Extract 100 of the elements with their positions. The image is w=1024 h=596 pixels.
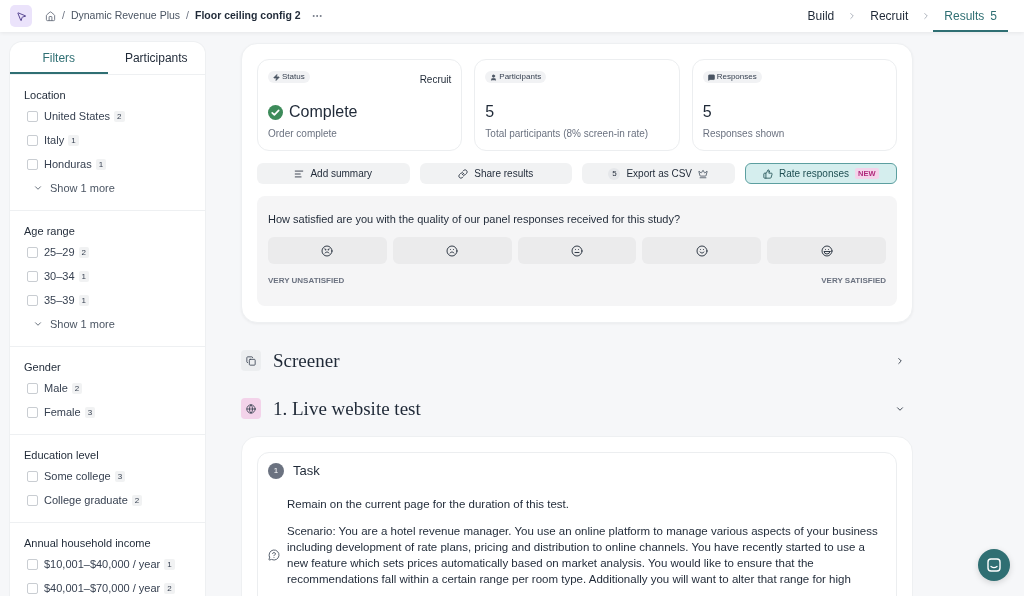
person-icon: [490, 73, 498, 81]
count-badge: 3: [84, 406, 96, 418]
count-badge: 1: [95, 158, 107, 170]
checkbox[interactable]: [27, 134, 38, 146]
frowning-face-icon: [446, 244, 459, 257]
smiling-face-icon: [695, 244, 708, 257]
count-badge: 1: [164, 558, 175, 570]
option-label[interactable]: $40,001–$70,000 / year: [44, 581, 161, 595]
option-label[interactable]: 35–39: [44, 293, 75, 307]
chevron-right-icon[interactable]: [895, 355, 905, 366]
count-badge: 1: [68, 134, 79, 146]
task-text: Scenario: You are a hotel revenue manager. You use an online platform to manage various aspects of your business including development of rate plans, pricing and distribution to online channels. You have recently started to use a new feature which sets prices automatically based on market analysis. You would like to ensure that the recommendations fall within a certain range per room type. Additionally you will want to alter that range for high: [287, 524, 879, 587]
share-button[interactable]: Share results: [419, 163, 572, 184]
filter-heading: Education level: [24, 448, 100, 462]
stat-tag-label: Responses: [716, 71, 757, 83]
logo-button[interactable]: [10, 5, 32, 27]
add-summary-button[interactable]: Add summary: [257, 163, 410, 184]
filter-heading: Location: [24, 88, 67, 102]
laughing-face-icon: [820, 244, 833, 257]
option-label[interactable]: Italy: [44, 133, 65, 147]
count-badge: 2: [164, 582, 175, 594]
task-title: Task: [293, 462, 320, 481]
rating-question: How satisfied are you with the quality of our panel responses received for this study?: [268, 212, 682, 227]
chevron-down-icon: [33, 183, 43, 193]
count-badge: 2: [114, 110, 125, 122]
panel-tab[interactable]: Participants: [107, 42, 205, 74]
speech-bubble-icon: [707, 73, 715, 81]
crown-icon: [698, 168, 709, 179]
breadcrumb-separator: /: [186, 8, 189, 24]
count-badge: 2: [71, 382, 83, 394]
rating-option[interactable]: [517, 237, 637, 264]
rating-option[interactable]: [392, 237, 512, 264]
checkbox[interactable]: [27, 406, 38, 418]
checkbox[interactable]: [27, 294, 38, 306]
copy-icon: [241, 350, 261, 371]
question-bubble-icon[interactable]: [268, 549, 280, 561]
count-badge: 5: [608, 167, 621, 180]
option-label[interactable]: United States: [44, 109, 111, 123]
scale-label: VERY UNSATISFIED: [268, 275, 345, 286]
stat-tag-label: Participants: [499, 71, 542, 83]
chat-button[interactable]: [978, 549, 1010, 581]
filter-heading: Age range: [24, 224, 76, 238]
step-number: 1: [268, 463, 284, 479]
checkbox[interactable]: [27, 558, 38, 570]
rating-option[interactable]: [268, 237, 387, 264]
option-label[interactable]: Some college: [44, 469, 111, 483]
show-more-button[interactable]: Show 1 more: [24, 312, 115, 336]
home-icon[interactable]: [45, 10, 56, 22]
cursor-icon: [15, 10, 27, 22]
count-badge: 2: [131, 494, 143, 506]
task-text: Remain on the current page for the duration of this test.: [287, 497, 570, 512]
chevron-down-icon: [33, 319, 43, 329]
stat-value: 5: [485, 102, 495, 122]
checkbox[interactable]: [27, 582, 38, 594]
angry-face-icon: [321, 244, 334, 257]
option-label[interactable]: Female: [44, 405, 81, 419]
option-label[interactable]: 25–29: [44, 245, 75, 259]
link-icon: [458, 168, 469, 179]
filter-heading: Gender: [24, 360, 62, 374]
option-label[interactable]: Honduras: [44, 157, 92, 171]
option-label[interactable]: $10,001–$40,000 / year: [44, 557, 161, 571]
stat-tag-label: Status: [282, 71, 305, 83]
breadcrumb-link[interactable]: Dynamic Revenue Plus: [70, 8, 181, 24]
stat-caption: Order complete: [268, 127, 338, 141]
breadcrumb-link[interactable]: Floor ceiling config 2: [195, 8, 301, 24]
recruit-link[interactable]: Recruit: [419, 67, 452, 87]
count-badge: 3: [114, 470, 126, 482]
option-label[interactable]: 30–34: [44, 269, 75, 283]
rating-option[interactable]: [642, 237, 762, 264]
count-badge: 2: [78, 246, 90, 258]
stat-value: Complete: [289, 102, 358, 122]
text-lines-icon: [294, 168, 305, 179]
step-tab[interactable]: Build: [796, 0, 846, 32]
step-tab[interactable]: Results 5: [933, 0, 1008, 32]
chat-icon: [987, 558, 1001, 572]
breadcrumb-separator: /: [62, 8, 65, 24]
globe-icon: [241, 398, 261, 419]
section-title[interactable]: Screener: [273, 350, 340, 371]
stat-value: 5: [702, 102, 712, 122]
checkbox[interactable]: [27, 246, 38, 258]
rating-option[interactable]: [767, 237, 886, 264]
check-circle-icon: [268, 104, 283, 120]
option-label[interactable]: College graduate: [44, 493, 128, 507]
neutral-face-icon: [571, 244, 583, 257]
show-more-button[interactable]: Show 1 more: [24, 176, 115, 200]
bolt-icon: [273, 73, 280, 81]
checkbox[interactable]: [27, 110, 38, 122]
checkbox[interactable]: [27, 270, 38, 282]
thumbs-up-icon: [762, 168, 773, 179]
step-tab[interactable]: Recruit: [859, 0, 920, 32]
section-title[interactable]: 1. Live website test: [273, 398, 421, 419]
scale-label: VERY SATISFIED: [821, 275, 886, 286]
checkbox[interactable]: [27, 470, 38, 482]
export-button[interactable]: 5 Export as CSV: [582, 163, 735, 184]
stat-caption: Responses shown: [702, 127, 786, 141]
panel-tab[interactable]: Filters: [10, 42, 108, 74]
checkbox[interactable]: [27, 494, 38, 506]
checkbox[interactable]: [27, 158, 38, 170]
checkbox[interactable]: [27, 382, 38, 394]
option-label[interactable]: Male: [44, 381, 68, 395]
